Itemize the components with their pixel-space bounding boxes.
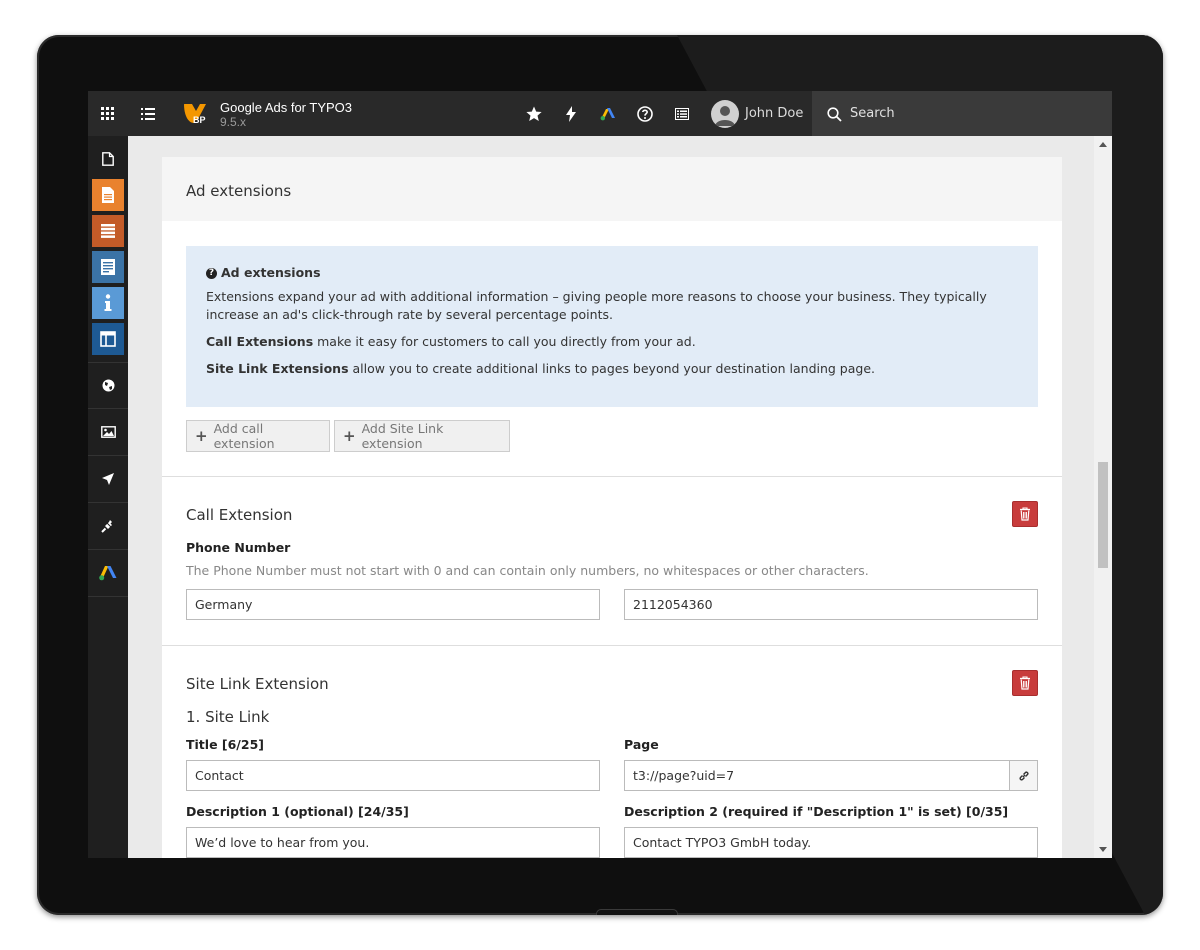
google-ads-icon[interactable] — [598, 104, 618, 124]
add-call-extension-button[interactable]: + Add call extension — [186, 420, 330, 452]
template-module-icon[interactable] — [92, 323, 124, 355]
plus-icon: + — [343, 427, 356, 445]
avatar-icon[interactable] — [711, 100, 739, 128]
info-p3-bold: Site Link Extensions — [206, 361, 349, 376]
trash-icon — [1020, 507, 1030, 521]
content-area: Ad extensions ? Ad extensions Extensions… — [128, 136, 1094, 858]
logo-badge: BP — [193, 115, 206, 125]
screen: BP Google Ads for TYPO3 9.5.x John Doe S… — [88, 91, 1112, 858]
country-select[interactable]: Germany — [186, 589, 600, 620]
info-p2-rest: make it easy for customers to call you d… — [313, 334, 696, 349]
panel-title: Ad extensions — [186, 182, 292, 200]
trash-icon — [1020, 676, 1030, 690]
star-icon[interactable] — [524, 104, 544, 124]
info-paragraph-3: Site Link Extensions allow you to create… — [206, 360, 1018, 378]
add-site-link-extension-button[interactable]: + Add Site Link extension — [334, 420, 510, 452]
scroll-up-arrow-icon[interactable] — [1099, 142, 1107, 147]
info-title: ? Ad extensions — [206, 264, 1018, 282]
module-divider — [88, 549, 128, 550]
description-2-label: Description 2 (required if "Description … — [624, 804, 1009, 819]
google-ads-module-icon[interactable] — [92, 557, 124, 589]
info-callout: ? Ad extensions Extensions expand your a… — [186, 246, 1038, 407]
section-divider — [162, 476, 1062, 477]
home-button[interactable] — [596, 909, 678, 915]
page-tree-icon[interactable] — [138, 104, 158, 124]
description-1-input[interactable]: We’d love to hear from you. — [186, 827, 600, 858]
site-title: Google Ads for TYPO3 — [220, 100, 352, 115]
scroll-down-arrow-icon[interactable] — [1099, 847, 1107, 852]
title-input[interactable]: Contact — [186, 760, 600, 791]
scroll-thumb[interactable] — [1098, 462, 1108, 568]
title-label: Title [6/25] — [186, 737, 264, 752]
info-paragraph-2: Call Extensions make it easy for custome… — [206, 333, 1018, 351]
question-circle-icon: ? — [206, 267, 217, 279]
description-2-input[interactable]: Contact TYPO3 GmbH today. — [624, 827, 1038, 858]
info-title-text: Ad extensions — [221, 265, 321, 280]
info-p3-rest: allow you to create additional links to … — [348, 361, 876, 376]
search-area[interactable]: Search — [812, 91, 1112, 136]
page-icon[interactable] — [92, 143, 124, 175]
module-divider — [88, 502, 128, 503]
page-input[interactable]: t3://page?uid=7 — [624, 760, 1010, 791]
section-divider — [162, 645, 1062, 646]
info-paragraph-1: Extensions expand your ad with additiona… — [206, 289, 987, 322]
help-icon[interactable] — [635, 104, 655, 124]
topbar: BP Google Ads for TYPO3 9.5.x John Doe S… — [88, 91, 1112, 136]
module-divider — [88, 408, 128, 409]
site-link-subtitle: 1. Site Link — [186, 708, 270, 726]
module-menu-icon[interactable] — [98, 104, 118, 124]
plug-icon[interactable] — [92, 510, 124, 542]
site-link-extension-title: Site Link Extension — [186, 675, 329, 693]
link-icon — [1018, 770, 1029, 781]
module-divider — [88, 455, 128, 456]
info-module-icon[interactable] — [92, 287, 124, 319]
page-label: Page — [624, 737, 659, 752]
search-icon — [824, 104, 844, 124]
image-icon[interactable] — [92, 416, 124, 448]
phone-number-help: The Phone Number must not start with 0 a… — [186, 563, 869, 578]
call-extension-title: Call Extension — [186, 506, 293, 524]
flash-icon[interactable] — [561, 104, 581, 124]
panel-header: Ad extensions — [162, 157, 1062, 221]
user-name[interactable]: John Doe — [745, 106, 803, 121]
rocket-icon[interactable] — [92, 463, 124, 495]
delete-site-link-extension-button[interactable] — [1012, 670, 1038, 696]
typo3-logo[interactable]: BP — [182, 101, 208, 127]
phone-number-input[interactable]: 2112054360 — [624, 589, 1038, 620]
module-sidebar — [88, 136, 128, 858]
list-icon[interactable] — [672, 104, 692, 124]
add-site-link-extension-label: Add Site Link extension — [361, 421, 444, 451]
module-divider — [88, 596, 128, 597]
delete-call-extension-button[interactable] — [1012, 501, 1038, 527]
add-call-extension-label: Add call extension — [213, 421, 275, 451]
ad-extensions-panel: Ad extensions ? Ad extensions Extensions… — [162, 157, 1062, 858]
description-1-label: Description 1 (optional) [24/35] — [186, 804, 409, 819]
module-divider — [88, 362, 128, 363]
page-link-browser-button[interactable] — [1009, 760, 1038, 791]
list-module-icon[interactable] — [92, 215, 124, 247]
scrollbar[interactable] — [1094, 136, 1112, 858]
globe-icon[interactable] — [92, 369, 124, 401]
info-p2-bold: Call Extensions — [206, 334, 314, 349]
view-module-icon[interactable] — [92, 251, 124, 283]
site-version: 9.5.x — [220, 115, 247, 129]
page-module-icon[interactable] — [92, 179, 124, 211]
phone-number-label: Phone Number — [186, 540, 291, 555]
plus-icon: + — [195, 427, 208, 445]
search-label: Search — [850, 106, 895, 121]
